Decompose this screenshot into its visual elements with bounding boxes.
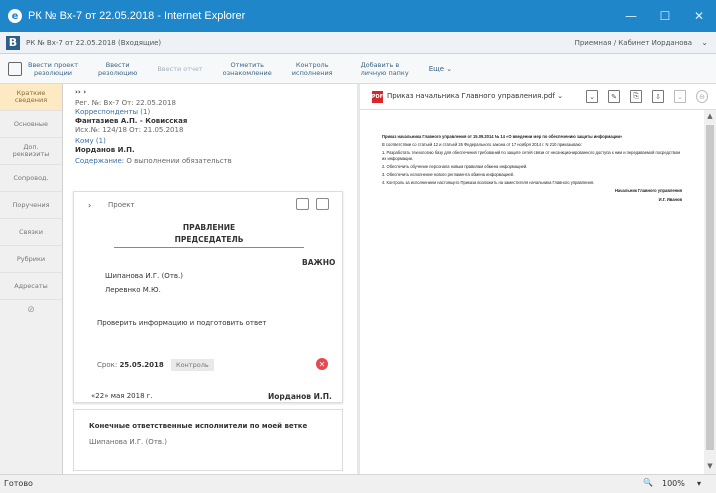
final-executor-name: Шипанова И.Г. (Отв.) (89, 438, 167, 446)
position-title: ПРЕДСЕДАТЕЛЬ (174, 235, 244, 244)
user-cabinet[interactable]: Приемная / Кабинет Иорданова (575, 39, 692, 47)
pdf-sign-title: Начальник Главного управления (614, 188, 682, 194)
internet-explorer-icon: e (8, 9, 22, 23)
final-executors-card: Конечные ответственные исполнители по мо… (73, 409, 343, 471)
scroll-up-icon[interactable]: ▲ (704, 110, 716, 122)
correspondents-link[interactable]: Корреспонденты (1) (64, 108, 352, 117)
content-text: О выполнении обязательств (126, 157, 232, 165)
download-icon[interactable]: ⇩ (652, 90, 664, 103)
page-dropdown-icon[interactable]: ⌄ (586, 90, 598, 103)
resolution-type: Проект (108, 201, 135, 209)
window-title-bar: e РК № Вх-7 от 22.05.2018 - Internet Exp… (0, 0, 716, 32)
control-badge: Контроль (170, 359, 214, 371)
minimize-button[interactable]: — (614, 0, 648, 32)
sidebar-item-accompanying[interactable]: Сопровод. (0, 165, 62, 192)
enter-draft-resolution-button[interactable]: Ввести проект резолюции (22, 61, 88, 77)
pdf-sign-name: И.Г. Иванов (658, 196, 682, 202)
sidebar-item-main[interactable]: Основные (0, 111, 62, 138)
content-label[interactable]: Содержание: (75, 157, 124, 165)
more-files-icon[interactable]: ⌄ (674, 90, 686, 103)
more-menu-button[interactable]: Еще ⌄ (419, 65, 462, 73)
enter-resolution-button[interactable]: Ввести резолюцию (88, 61, 147, 77)
resolution-date: «22» мая 2018 г. (91, 392, 153, 400)
app-logo[interactable]: B (6, 35, 20, 50)
card-header[interactable]: ›› › (64, 88, 352, 97)
resolution-card: › Проект ПРАВЛЕНИЕ ПРЕДСЕДАТЕЛЬ ВАЖНО Ши… (73, 191, 343, 403)
executor-item: Шипанова И.Г. (Отв.) (105, 272, 183, 280)
zoom-level[interactable]: 100% (662, 479, 685, 488)
document-title: РК № Вх-7 от 22.05.2018 (Входящие) (26, 38, 162, 47)
user-menu-chevron-icon[interactable]: ⌄ (701, 38, 708, 47)
zoom-out-icon[interactable]: ⊖ (696, 90, 708, 103)
pdf-item: 2. Обеспечить обучение персонала новым п… (382, 163, 528, 169)
deadline-label: Срок: (97, 361, 118, 369)
file-viewer-toolbar: PDF Приказ начальника Главного управлени… (360, 84, 716, 110)
scroll-down-icon[interactable]: ▼ (704, 460, 716, 472)
pdf-item: 4. Контроль за исполнением настоящего Пр… (382, 180, 595, 186)
final-executors-title: Конечные ответственные исполнители по мо… (89, 422, 308, 430)
department-title: ПРАВЛЕНИЕ (182, 223, 236, 232)
pdf-viewer[interactable]: Приказ начальника Главного управления от… (360, 110, 704, 474)
important-label: ВАЖНО (302, 258, 336, 267)
sidebar-item-addressees[interactable]: Адресаты (0, 273, 62, 300)
add-to-personal-folder-button[interactable]: Добавить в личную папку (351, 61, 419, 77)
edit-icon[interactable] (316, 198, 329, 210)
zoom-dropdown-icon[interactable]: ▾ (697, 479, 701, 488)
execution-control-button[interactable]: Контроль исполнения (282, 61, 343, 77)
deadline-date: 25.05.2018 (119, 361, 164, 369)
pdf-page: Приказ начальника Главного управления от… (382, 134, 682, 205)
document-view-icon[interactable] (8, 61, 22, 76)
status-text: Готово (4, 479, 33, 488)
zoom-icon[interactable]: 🔍 (643, 478, 653, 487)
sidebar-item-assignments[interactable]: Поручения (0, 192, 62, 219)
outgoing-number: Исх.№: 124/18 От: 21.05.2018 (75, 126, 184, 134)
to-link[interactable]: Кому (1) (64, 137, 352, 146)
pdf-intro: В соответствии со статьей 12 и статьей 2… (382, 142, 582, 148)
app-header: B РК № Вх-7 от 22.05.2018 (Входящие) При… (0, 32, 716, 54)
remove-control-icon[interactable]: ✕ (316, 358, 328, 370)
enter-report-button[interactable]: Ввести отчет (147, 65, 212, 73)
copy-file-icon[interactable]: ⎘ (630, 90, 642, 103)
pdf-title: Приказ начальника Главного управления от… (382, 134, 623, 139)
sidebar-item-summary[interactable]: Краткие сведения (0, 84, 62, 111)
mark-acquaintance-button[interactable]: Отметить ознакомление (213, 61, 282, 77)
action-toolbar: Ввести проект резолюции Ввести резолюцию… (0, 54, 716, 84)
sidebar-item-extra-details[interactable]: Доп. реквизиты (0, 138, 62, 165)
executor-item: Леревнко М.Ю. (105, 286, 161, 294)
pdf-file-icon: PDF (372, 91, 383, 103)
pdf-item: 1. Разработать технологию базу для обесп… (382, 150, 681, 161)
expand-toggle-icon[interactable]: › (88, 201, 91, 210)
viewer-scrollbar[interactable]: ▲ ▼ (704, 110, 716, 474)
file-selector[interactable]: Приказ начальника Главного управления.pd… (387, 92, 563, 100)
copy-icon[interactable] (296, 198, 309, 210)
correspondent-name: Фантазиев А.П. - Ковисская (75, 117, 188, 125)
sidebar-item-rubrics[interactable]: Рубрики (0, 246, 62, 273)
maximize-button[interactable]: ☐ (648, 0, 682, 32)
pdf-item: 3. Обеспечить исполнение нового регламен… (382, 172, 515, 178)
resolution-text: Проверить информацию и подготовить ответ (97, 319, 267, 327)
document-card-panel: ›› › Рег. №: Вх-7 От: 22.05.2018 Корресп… (64, 84, 352, 474)
scroll-thumb[interactable] (706, 125, 714, 450)
sidebar-item-links[interactable]: Связки (0, 219, 62, 246)
status-bar: Готово 🔍 100% ▾ (0, 474, 716, 493)
resolution-signer: Иорданов И.П. (268, 392, 332, 401)
section-sidebar: Краткие сведения Основные Доп. реквизиты… (0, 84, 63, 474)
addressee-name: Иорданов И.П. (75, 146, 135, 154)
edit-file-icon[interactable]: ✎ (608, 90, 620, 103)
header-divider (114, 247, 304, 248)
close-button[interactable]: ✕ (682, 0, 716, 32)
sidebar-more-icon[interactable]: ⊘ (0, 300, 62, 320)
window-title: РК № Вх-7 от 22.05.2018 - Internet Explo… (28, 10, 246, 22)
registration-info: Рег. №: Вх-7 От: 22.05.2018 (75, 99, 176, 107)
